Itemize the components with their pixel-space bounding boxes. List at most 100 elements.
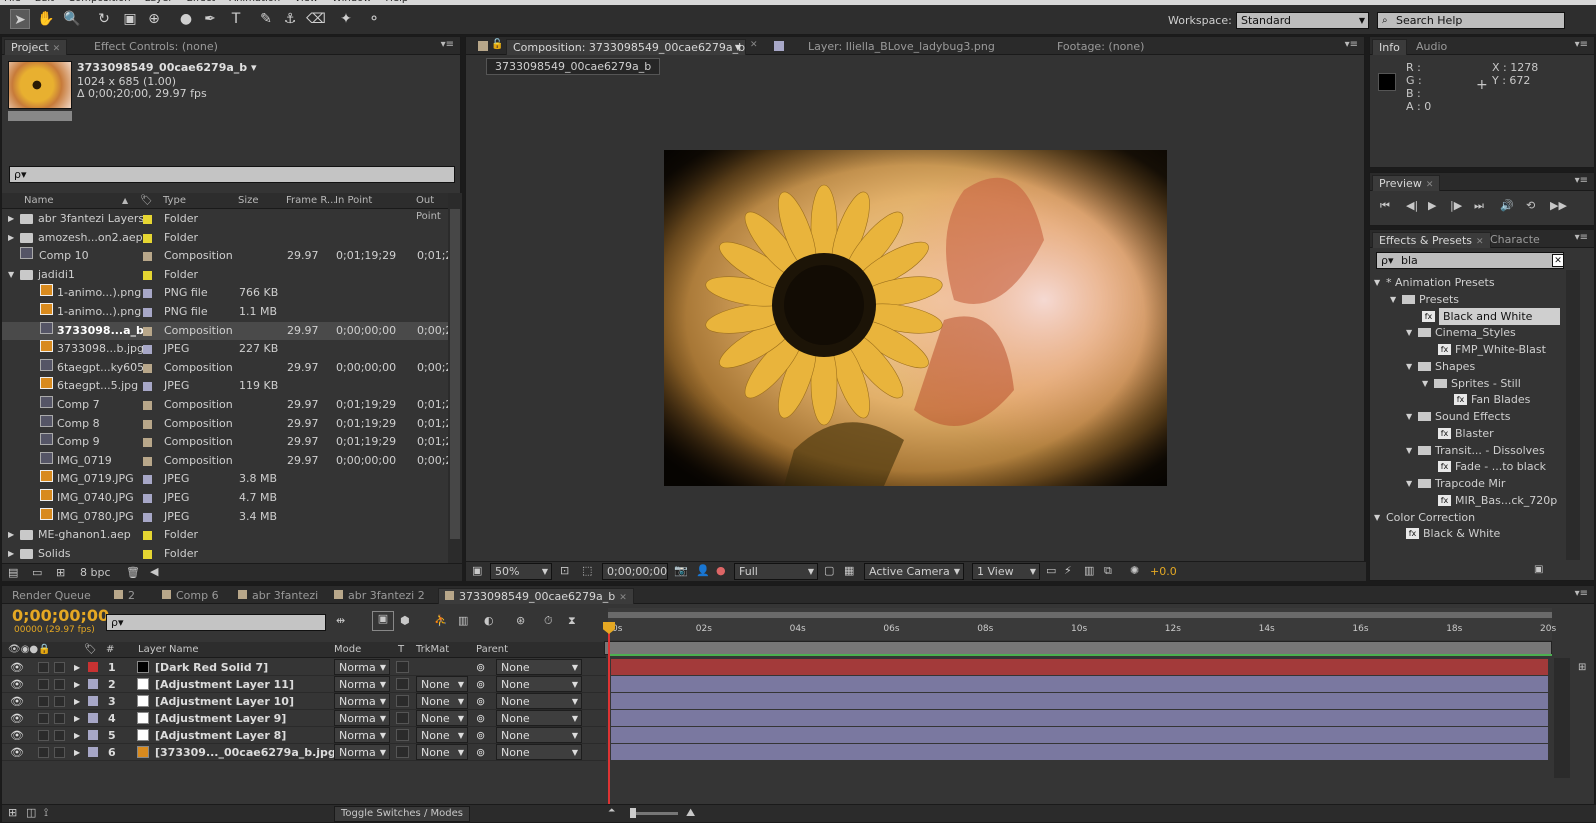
twirl-icon[interactable]: ▶ <box>74 676 80 693</box>
always-preview-icon[interactable]: ▣ <box>472 564 482 577</box>
mask-visibility-icon[interactable]: ⬚ <box>582 564 592 577</box>
twirl-icon[interactable]: ▼ <box>1406 324 1412 341</box>
loop-icon[interactable]: ⟲ <box>1526 199 1535 212</box>
timeline-search-input[interactable]: ρ▾ <box>106 614 326 631</box>
project-item-row[interactable]: 3733098...a_b Composition 29.97 0;00;00;00 0… <box>2 321 448 340</box>
label-swatch[interactable] <box>143 438 152 448</box>
selection-tool-icon[interactable]: ➤ <box>10 9 30 29</box>
safe-zones-icon[interactable]: ⊡ <box>560 564 569 577</box>
project-item-row[interactable]: ▶ amozesh...on2.aep Folder <box>2 229 448 247</box>
track-matte-select[interactable]: None ▼ <box>416 727 468 743</box>
layer-label-swatch[interactable] <box>88 679 98 689</box>
timeline-tab[interactable]: 2 <box>108 588 141 604</box>
eye-icon[interactable]: 👁 <box>10 693 24 710</box>
layer-row[interactable]: 👁 ▶ 4 [Adjustment Layer 9] Norma ▼ None ▼ ⊚ None ▼ <box>2 710 606 727</box>
effects-scrollbar[interactable] <box>1566 270 1580 560</box>
pick-whip-icon[interactable]: ⊚ <box>476 727 485 744</box>
tab-effects-presets[interactable]: Effects & Presets ✕ <box>1372 232 1491 248</box>
layer-duration-bar[interactable] <box>611 659 1548 675</box>
label-swatch[interactable] <box>143 308 152 317</box>
workspace-select[interactable]: Standard ▼ <box>1236 12 1369 29</box>
col-parent[interactable]: Parent <box>476 642 508 658</box>
channel-icon[interactable]: ● <box>716 564 726 577</box>
pick-whip-icon[interactable]: ⊚ <box>476 744 485 761</box>
comp-mini-flowchart-icon[interactable]: ⇹ <box>336 614 345 627</box>
lock-icon[interactable]: 🔓 <box>491 39 503 50</box>
first-frame-icon[interactable]: ⏮ <box>1380 199 1390 213</box>
effects-tree-item[interactable]: Black and White <box>1439 307 1560 325</box>
flowchart-icon[interactable]: ⧉ <box>1104 564 1112 578</box>
zoom-in-icon[interactable]: ⛰ <box>686 806 695 820</box>
live-update-icon[interactable]: ▣ <box>372 611 394 631</box>
effects-tree-item[interactable]: Fan Blades <box>1471 391 1530 408</box>
pick-whip-icon[interactable]: ⊚ <box>476 693 485 710</box>
timeline-tab[interactable]: 3733098549_00cae6279a_b ✕ <box>438 588 634 604</box>
col-size[interactable]: Size <box>238 193 259 209</box>
menu-item[interactable]: Edit <box>35 0 54 4</box>
ram-preview-icon[interactable]: ▶▶ <box>1550 199 1567 212</box>
close-icon[interactable]: ✕ <box>53 44 61 54</box>
tab-preview[interactable]: Preview ✕ <box>1372 175 1441 191</box>
col-number[interactable]: # <box>106 642 114 658</box>
timeline-icon[interactable]: ▥ <box>1084 564 1094 577</box>
col-in-point[interactable]: In Point <box>335 193 372 209</box>
col-mode[interactable]: Mode <box>334 642 361 658</box>
eye-icon[interactable]: 👁 <box>10 659 24 676</box>
scroll-thumb[interactable] <box>450 209 460 539</box>
layer-row[interactable]: 👁 ▶ 3 [Adjustment Layer 10] Norma ▼ None ▼ ⊚ None… <box>2 693 606 710</box>
graph-editor-icon[interactable]: ⧗ <box>568 614 576 628</box>
project-item-row[interactable]: Comp 7 Composition 29.97 0;01;19;29 0;01;2 <box>2 396 448 414</box>
reset-exposure-icon[interactable]: ✺ <box>1130 564 1139 577</box>
preserve-transparency-checkbox[interactable] <box>396 712 409 724</box>
label-swatch[interactable] <box>143 456 152 466</box>
effects-tree-item[interactable]: Blaster <box>1455 425 1494 442</box>
project-item-row[interactable]: Comp 9 Composition 29.97 0;01;19;29 0;01;2 <box>2 433 448 451</box>
search-help-input[interactable]: ⌕ Search Help <box>1377 12 1565 29</box>
twirl-icon[interactable]: ▶ <box>8 526 14 544</box>
blend-mode-select[interactable]: Norma ▼ <box>334 744 390 760</box>
resolution-select[interactable]: Full ▼ <box>734 563 818 580</box>
brush-tool-icon[interactable]: ✎ <box>256 9 276 29</box>
parent-select[interactable]: None ▼ <box>496 710 582 726</box>
menu-item[interactable]: Layer <box>145 0 173 4</box>
roto-brush-tool-icon[interactable]: ⚬ <box>364 9 384 29</box>
preserve-transparency-checkbox[interactable] <box>396 661 409 673</box>
label-swatch[interactable] <box>143 549 152 559</box>
show-snapshot-icon[interactable]: 👤 <box>696 564 710 577</box>
label-swatch[interactable] <box>143 252 152 262</box>
eye-icon[interactable]: 👁 <box>10 744 24 761</box>
label-column-icon[interactable]: 🏷 <box>140 193 153 209</box>
solo-checkbox[interactable] <box>38 730 49 741</box>
tab-composition[interactable]: Composition: 3733098549_00cae6279a_b ▼ <box>506 39 746 55</box>
col-frame-rate[interactable]: Frame R... <box>286 193 336 209</box>
fast-previews-icon[interactable]: ⚡ <box>1064 564 1072 577</box>
effects-tree-item[interactable]: Trapcode Mir <box>1435 475 1505 492</box>
new-folder-icon[interactable]: ▭ <box>32 566 42 579</box>
label-swatch[interactable] <box>143 512 152 522</box>
project-search-input[interactable]: ρ▾ <box>9 166 455 183</box>
ellipse-tool-icon[interactable]: ● <box>176 9 196 29</box>
effects-tree-item[interactable]: MIR_Bas...ck_720p <box>1455 492 1557 509</box>
menu-item[interactable]: Animation <box>229 0 280 4</box>
type-tool-icon[interactable]: T <box>226 9 246 29</box>
effects-tree-item[interactable]: Transit... - Dissolves <box>1435 442 1545 459</box>
track-matte-select[interactable]: None ▼ <box>416 744 468 760</box>
effects-tree-item[interactable]: * Animation Presets <box>1386 274 1495 291</box>
layer-duration-bar[interactable] <box>611 727 1548 743</box>
effects-search-input[interactable]: ρ▾ bla <box>1376 252 1564 269</box>
col-layer-name[interactable]: Layer Name <box>138 642 199 658</box>
layer-label-swatch[interactable] <box>88 747 98 757</box>
effects-tree-item[interactable]: FMP_White-Blast <box>1455 341 1546 358</box>
project-item-row[interactable]: IMG_0719 Composition 29.97 0;00;00;00 0;00;2 <box>2 451 448 470</box>
project-item-row[interactable]: 1-animo...).png PNG file 766 KB <box>2 284 448 302</box>
col-name[interactable]: Name <box>24 193 54 209</box>
close-icon[interactable]: ✕ <box>1476 237 1484 247</box>
new-preset-icon[interactable]: ▣ <box>1534 564 1543 575</box>
effects-tree-item[interactable]: Cinema_Styles <box>1435 324 1516 341</box>
layer-name[interactable]: [373309..._00cae6279a_b.jpg] <box>155 744 341 761</box>
preserve-transparency-checkbox[interactable] <box>396 729 409 741</box>
menu-item[interactable]: View <box>294 0 318 4</box>
lock-checkbox[interactable] <box>54 696 65 707</box>
preserve-transparency-checkbox[interactable] <box>396 695 409 707</box>
project-item-row[interactable]: ▶ Solids Folder <box>2 545 448 562</box>
